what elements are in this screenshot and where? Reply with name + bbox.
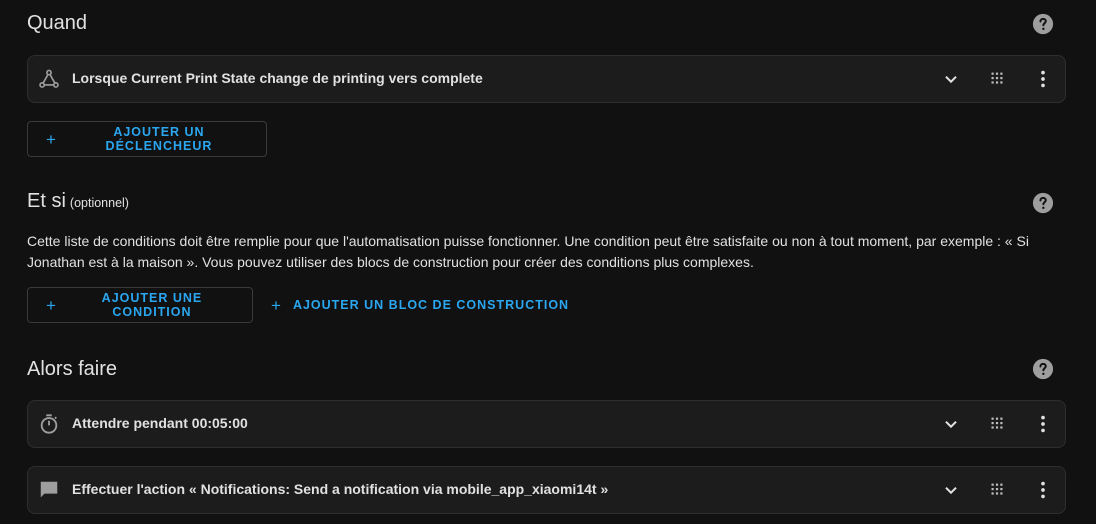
chevron-down-icon[interactable] <box>940 413 962 435</box>
more-options-icon[interactable] <box>1032 413 1054 435</box>
help-icon[interactable] <box>1032 13 1054 35</box>
plus-icon: + <box>271 295 282 315</box>
help-icon[interactable] <box>1032 192 1054 214</box>
more-options-icon[interactable] <box>1032 68 1054 90</box>
help-icon[interactable] <box>1032 358 1054 380</box>
message-icon <box>40 481 58 498</box>
trigger-card[interactable]: Lorsque Current Print State change de pr… <box>27 55 1066 103</box>
conditions-title: Et si (optionnel) <box>27 190 129 213</box>
add-condition-label: AJOUTER UNE CONDITION <box>101 291 203 319</box>
trigger-label: Lorsque Current Print State change de pr… <box>72 70 483 86</box>
conditions-title-text: Et si <box>27 190 66 212</box>
add-building-block-button[interactable]: + AJOUTER UN BLOC DE CONSTRUCTION <box>253 287 577 323</box>
chevron-down-icon[interactable] <box>940 479 962 501</box>
drag-handle-icon[interactable] <box>986 479 1008 501</box>
plus-icon: + <box>46 295 57 315</box>
add-trigger-label: AJOUTER UN DÉCLENCHEUR <box>105 125 213 153</box>
actions-title: Alors faire <box>27 358 118 380</box>
chevron-down-icon[interactable] <box>940 68 962 90</box>
add-building-block-label: AJOUTER UN BLOC DE CONSTRUCTION <box>292 298 570 312</box>
add-condition-button[interactable]: + AJOUTER UNE CONDITION <box>27 287 253 323</box>
timer-icon <box>40 414 58 434</box>
action-card[interactable]: Attendre pendant 00:05:00 <box>27 400 1066 448</box>
action-label: Effectuer l'action « Notifications: Send… <box>72 481 609 497</box>
action-card[interactable]: Effectuer l'action « Notifications: Send… <box>27 466 1066 514</box>
drag-handle-icon[interactable] <box>986 413 1008 435</box>
drag-handle-icon[interactable] <box>986 68 1008 90</box>
triggers-title: Quand <box>27 12 88 34</box>
optional-label: (optionnel) <box>69 196 129 210</box>
conditions-description: Cette liste de conditions doit être remp… <box>27 233 1029 270</box>
action-label: Attendre pendant 00:05:00 <box>72 415 248 431</box>
trigger-icon <box>39 69 59 88</box>
more-options-icon[interactable] <box>1032 479 1054 501</box>
add-trigger-button[interactable]: + AJOUTER UN DÉCLENCHEUR <box>27 121 267 157</box>
plus-icon: + <box>46 129 57 149</box>
